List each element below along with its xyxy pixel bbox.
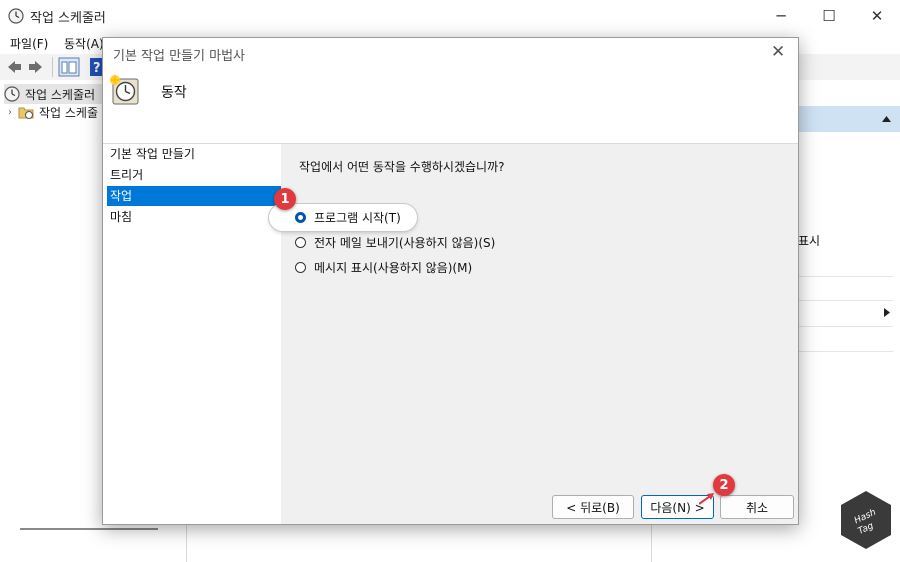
task-clock-icon (109, 74, 139, 105)
clock-icon (8, 8, 24, 24)
minimize-button[interactable]: ─ (758, 0, 804, 32)
main-title-bar: 작업 스케줄러 ─ ☐ ✕ (0, 0, 900, 32)
option-start-program[interactable]: 프로그램 시작(T) (295, 206, 401, 228)
radio-start-program[interactable] (295, 211, 306, 223)
folder-clock-icon (18, 107, 34, 119)
option-label: 전자 메일 보내기(사용하지 않음)(S) (314, 235, 496, 250)
dialog-close-button[interactable]: ✕ (771, 42, 785, 62)
action-question: 작업에서 어떤 동작을 수행하시겠습니까? (299, 160, 505, 174)
horizontal-scrollbar[interactable] (20, 528, 158, 530)
annotation-arrow-icon (699, 493, 714, 505)
option-label: 메시지 표시(사용하지 않음)(M) (314, 260, 473, 275)
radio-send-email[interactable] (295, 236, 306, 248)
window-title: 작업 스케줄러 (30, 11, 106, 26)
annotation-badge-2: 2 (713, 474, 735, 496)
tree-item-label: 작업 스케줄러 (25, 87, 96, 102)
step-finish[interactable]: 마침 (107, 207, 281, 227)
forward-arrow-icon[interactable] (28, 59, 44, 75)
dialog-title-bar: 기본 작업 만들기 마법사 ✕ (103, 38, 798, 68)
option-send-email[interactable]: 전자 메일 보내기(사용하지 않음)(S) (295, 231, 495, 253)
back-button[interactable]: < 뒤로(B) (552, 495, 634, 519)
close-button[interactable]: ✕ (854, 0, 900, 32)
annotation-badge-1: 1 (274, 188, 296, 210)
step-heading: 동작 (161, 85, 187, 101)
toolbar-divider (52, 57, 53, 77)
maximize-button[interactable]: ☐ (806, 0, 852, 32)
basic-task-wizard-dialog: 기본 작업 만들기 마법사 ✕ 동작 기본 작업 만들기 트리거 작업 마침 작… (102, 37, 799, 525)
radio-display-message[interactable] (295, 261, 306, 273)
back-arrow-icon[interactable] (6, 59, 22, 75)
step-trigger[interactable]: 트리거 (107, 165, 281, 185)
action-separator (798, 326, 893, 327)
menu-action[interactable]: 동작(A) (64, 35, 104, 52)
clock-icon (4, 86, 20, 102)
tree-item-library[interactable]: › 작업 스케줄 (8, 102, 98, 122)
collapse-up-icon[interactable] (882, 116, 891, 122)
dialog-header: 동작 (103, 68, 798, 144)
cancel-button[interactable]: 취소 (720, 495, 794, 519)
step-action[interactable]: 작업 (107, 186, 281, 206)
menu-file[interactable]: 파일(F) (10, 35, 48, 52)
action-separator (798, 351, 893, 352)
chevron-right-icon[interactable]: › (8, 107, 12, 118)
option-display-message[interactable]: 메시지 표시(사용하지 않음)(M) (295, 256, 472, 278)
hashtag-watermark-logo: Hash Tag (840, 490, 892, 550)
option-label: 프로그램 시작(T) (314, 210, 401, 225)
svg-text:?: ? (93, 61, 101, 76)
step-create-basic-task[interactable]: 기본 작업 만들기 (107, 144, 281, 164)
dialog-title: 기본 작업 만들기 마법사 (113, 49, 245, 64)
submenu-arrow-icon[interactable] (884, 308, 890, 317)
action-separator (798, 300, 893, 301)
console-tree-icon[interactable] (58, 57, 80, 77)
action-display-text[interactable]: 표시 (798, 232, 820, 249)
wizard-steps-list: 기본 작업 만들기 트리거 작업 마침 (103, 144, 281, 524)
action-separator (798, 276, 893, 277)
tree-item-label: 작업 스케줄 (39, 105, 99, 120)
